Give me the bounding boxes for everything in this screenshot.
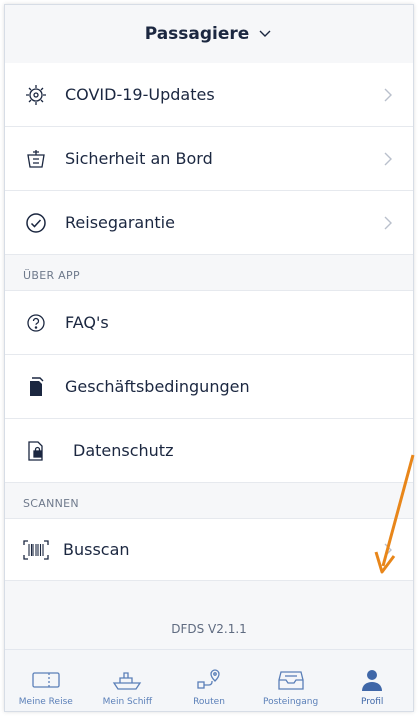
page-title: Passagiere: [144, 24, 250, 44]
app-version: DFDS V2.1.1: [5, 609, 413, 649]
tab-inbox[interactable]: Posteingang: [250, 650, 332, 711]
route-icon: [194, 667, 224, 693]
chevron-down-icon[interactable]: [259, 27, 273, 41]
document-icon: [23, 374, 49, 400]
chevron-right-icon: [383, 151, 393, 167]
row-label: Sicherheit an Bord: [65, 149, 213, 168]
tab-label: Meine Reise: [18, 697, 73, 707]
row-label: Reisegarantie: [65, 213, 175, 232]
tab-label: Routen: [193, 697, 225, 707]
header[interactable]: Passagiere: [5, 5, 413, 63]
app-frame: Passagiere COVID-19-Updates Sicherheit a…: [4, 4, 414, 712]
row-label: COVID-19-Updates: [65, 85, 215, 104]
tab-label: Profil: [360, 697, 384, 707]
row-label: Datenschutz: [73, 441, 174, 460]
profile-icon: [357, 667, 387, 693]
row-busscan[interactable]: Busscan: [5, 519, 413, 581]
row-covid-updates[interactable]: COVID-19-Updates: [5, 63, 413, 127]
tab-label: Posteingang: [262, 697, 319, 707]
chevron-right-icon: [383, 215, 393, 231]
tab-bar: Meine Reise Mein Schiff Routen Posteinga…: [5, 649, 413, 711]
ship-icon: [112, 667, 142, 693]
tab-my-trip[interactable]: Meine Reise: [5, 650, 87, 711]
section-header-scan: SCANNEN: [5, 483, 413, 519]
tab-profile[interactable]: Profil: [331, 650, 413, 711]
row-label: FAQ's: [65, 313, 109, 332]
row-safety-on-board[interactable]: Sicherheit an Bord: [5, 127, 413, 191]
tab-label: Mein Schiff: [102, 697, 153, 707]
row-label: Geschäftsbedingungen: [65, 377, 250, 396]
inbox-icon: [276, 667, 306, 693]
row-faqs[interactable]: FAQ's: [5, 291, 413, 355]
row-label: Busscan: [63, 540, 130, 559]
tab-my-ship[interactable]: Mein Schiff: [87, 650, 169, 711]
chevron-right-icon: [383, 87, 393, 103]
barcode-icon: [23, 537, 49, 563]
virus-icon: [23, 82, 49, 108]
privacy-document-icon: [23, 438, 49, 464]
section-header-about: ÜBER APP: [5, 255, 413, 291]
tab-routes[interactable]: Routen: [168, 650, 250, 711]
chevron-right-icon: [383, 542, 393, 558]
row-terms[interactable]: Geschäftsbedingungen: [5, 355, 413, 419]
ticket-icon: [31, 667, 61, 693]
safety-icon: [23, 146, 49, 172]
question-circle-icon: [23, 310, 49, 336]
row-privacy[interactable]: Datenschutz: [5, 419, 413, 483]
row-travel-guarantee[interactable]: Reisegarantie: [5, 191, 413, 255]
check-circle-icon: [23, 210, 49, 236]
